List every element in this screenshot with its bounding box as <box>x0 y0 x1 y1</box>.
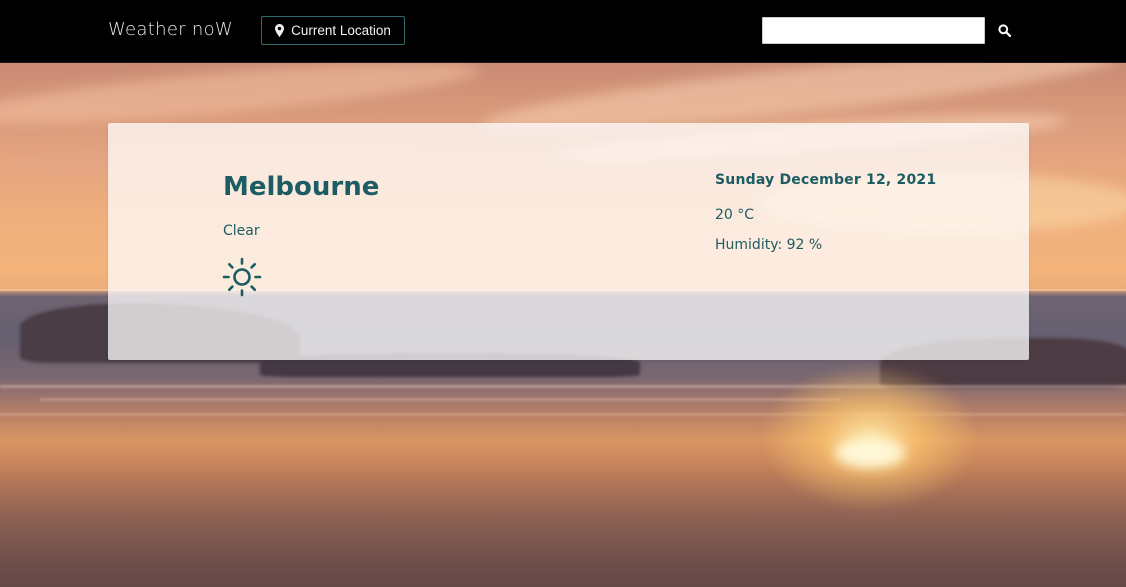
navbar: Weather noW Current Location <box>0 0 1126 63</box>
current-location-button[interactable]: Current Location <box>261 16 405 45</box>
weather-condition: Clear <box>223 223 260 239</box>
current-location-label: Current Location <box>291 23 391 38</box>
weather-card: Melbourne Clear Sunday December 12, 2021… <box>108 123 1029 360</box>
map-pin-icon <box>275 24 285 37</box>
search-icon <box>998 24 1011 37</box>
search-button[interactable] <box>996 22 1013 39</box>
humidity: Humidity: 92 % <box>715 237 823 253</box>
sun-icon <box>222 257 262 297</box>
temperature: 20 °C <box>715 207 755 223</box>
search-input[interactable] <box>762 17 985 44</box>
current-date: Sunday December 12, 2021 <box>715 172 937 188</box>
brand-logo[interactable]: Weather noW <box>108 19 233 40</box>
city-name: Melbourne <box>223 172 380 202</box>
